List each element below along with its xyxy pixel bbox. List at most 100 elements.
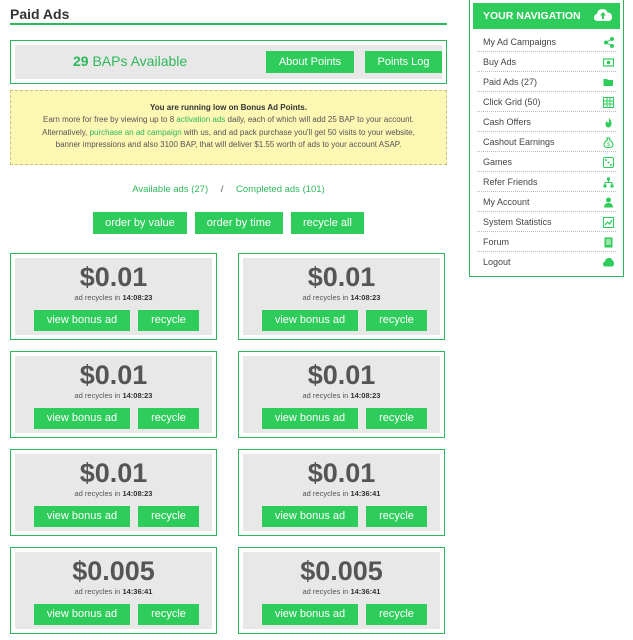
ad-card: $0.005 ad recycles in 14:36:41 view bonus … bbox=[10, 547, 217, 634]
view-bonus-ad-button[interactable]: view bonus ad bbox=[34, 408, 130, 429]
nav-item[interactable]: Games bbox=[477, 152, 616, 172]
nav-item[interactable]: Forum bbox=[477, 232, 616, 252]
nav-item[interactable]: Buy Ads bbox=[477, 52, 616, 72]
nav-item-label: Logout bbox=[483, 257, 511, 267]
view-bonus-ad-button[interactable]: view bonus ad bbox=[34, 310, 130, 331]
ad-price: $0.01 bbox=[307, 458, 376, 488]
ad-timer-value: 14:36:41 bbox=[350, 587, 381, 596]
view-bonus-ad-button[interactable]: view bonus ad bbox=[262, 506, 358, 527]
ad-timer-value: 14:36:41 bbox=[350, 489, 381, 498]
low-points-warning: You are running low on Bonus Ad Points. … bbox=[10, 90, 447, 165]
nav-title: YOUR NAVIGATION bbox=[483, 10, 581, 22]
recycle-all-button[interactable]: recycle all bbox=[291, 212, 364, 234]
ad-timer-value: 14:08:23 bbox=[350, 391, 381, 400]
svg-text:$: $ bbox=[607, 142, 610, 148]
order-by-time-button[interactable]: order by time bbox=[194, 212, 283, 234]
share-icon bbox=[604, 37, 614, 48]
chart-icon bbox=[603, 217, 614, 228]
recycle-button[interactable]: recycle bbox=[138, 506, 199, 527]
ad-card: $0.01 ad recycles in 14:08:23 view bonus a… bbox=[10, 449, 217, 536]
bap-available: 29 BAPs Available bbox=[73, 53, 187, 69]
points-log-button[interactable]: Points Log bbox=[365, 51, 442, 73]
view-bonus-ad-button[interactable]: view bonus ad bbox=[262, 408, 358, 429]
ad-recycle-timer: ad recycles in 14:08:23 bbox=[74, 293, 153, 302]
navigation-panel: YOUR NAVIGATION My Ad Campaigns Buy Ads Pa… bbox=[469, 0, 624, 277]
ad-recycle-timer: ad recycles in 14:36:41 bbox=[302, 587, 381, 596]
nav-item-label: Paid Ads (27) bbox=[483, 77, 538, 87]
grid-icon bbox=[603, 97, 614, 108]
nav-item[interactable]: Refer Friends bbox=[477, 172, 616, 192]
recycle-button[interactable]: recycle bbox=[138, 310, 199, 331]
nav-item[interactable]: My Ad Campaigns bbox=[477, 32, 616, 52]
nav-item-label: Click Grid (50) bbox=[483, 97, 541, 107]
ad-price: $0.01 bbox=[307, 360, 376, 390]
ad-recycle-timer: ad recycles in 14:36:41 bbox=[302, 489, 381, 498]
ad-recycle-timer: ad recycles in 14:08:23 bbox=[302, 293, 381, 302]
nav-item[interactable]: Click Grid (50) bbox=[477, 92, 616, 112]
money-bag-icon: $ bbox=[603, 137, 614, 148]
nav-item-label: Games bbox=[483, 157, 513, 167]
warning-heading: You are running low on Bonus Ad Points. bbox=[150, 103, 307, 112]
nav-item-label: My Ad Campaigns bbox=[483, 37, 557, 47]
recycle-button[interactable]: recycle bbox=[138, 408, 199, 429]
ad-price: $0.005 bbox=[300, 556, 383, 586]
recycle-button[interactable]: recycle bbox=[366, 310, 427, 331]
cloud-icon bbox=[603, 258, 614, 267]
ad-card: $0.005 ad recycles in 14:36:41 view bonus … bbox=[238, 547, 445, 634]
nav-item[interactable]: Logout bbox=[477, 252, 616, 272]
ad-card: $0.01 ad recycles in 14:08:23 view bonus a… bbox=[10, 253, 217, 340]
order-buttons: order by value order by time recycle all bbox=[10, 212, 447, 234]
ad-timer-value: 14:08:23 bbox=[122, 489, 153, 498]
cloud-upload-icon bbox=[594, 9, 612, 21]
view-bonus-ad-button[interactable]: view bonus ad bbox=[34, 604, 130, 625]
ad-card: $0.01 ad recycles in 14:36:41 view bonus a… bbox=[238, 449, 445, 536]
ad-card: $0.01 ad recycles in 14:08:23 view bonus a… bbox=[238, 351, 445, 438]
nav-item-label: My Account bbox=[483, 197, 530, 207]
ad-price: $0.01 bbox=[79, 262, 148, 292]
ad-filter-links: Available ads (27) / Completed ads (101) bbox=[10, 184, 447, 195]
purchase-campaign-link[interactable]: purchase an ad campaign bbox=[90, 128, 182, 137]
ad-recycle-timer: ad recycles in 14:08:23 bbox=[302, 391, 381, 400]
ad-timer-value: 14:36:41 bbox=[122, 587, 153, 596]
nav-item[interactable]: System Statistics bbox=[477, 212, 616, 232]
nav-list: My Ad Campaigns Buy Ads Paid Ads (27) Click… bbox=[473, 32, 620, 272]
available-ads-link[interactable]: Available ads (27) bbox=[132, 184, 208, 195]
recycle-button[interactable]: recycle bbox=[138, 604, 199, 625]
recycle-button[interactable]: recycle bbox=[366, 604, 427, 625]
ad-price: $0.005 bbox=[72, 556, 155, 586]
view-bonus-ad-button[interactable]: view bonus ad bbox=[262, 604, 358, 625]
ad-timer-value: 14:08:23 bbox=[122, 293, 153, 302]
view-bonus-ad-button[interactable]: view bonus ad bbox=[262, 310, 358, 331]
nav-item-label: Refer Friends bbox=[483, 177, 538, 187]
link-separator: / bbox=[220, 184, 224, 195]
main-content: Paid Ads 29 BAPs Available About Points … bbox=[10, 0, 447, 234]
completed-ads-link[interactable]: Completed ads (101) bbox=[236, 184, 325, 195]
recycle-button[interactable]: recycle bbox=[366, 408, 427, 429]
ad-recycle-timer: ad recycles in 14:08:23 bbox=[74, 489, 153, 498]
activation-ads-link[interactable]: activation ads bbox=[176, 115, 225, 124]
nav-item[interactable]: Paid Ads (27) bbox=[477, 72, 616, 92]
view-bonus-ad-button[interactable]: view bonus ad bbox=[34, 506, 130, 527]
ad-recycle-timer: ad recycles in 14:36:41 bbox=[74, 587, 153, 596]
nav-item[interactable]: My Account bbox=[477, 192, 616, 212]
ad-card: $0.01 ad recycles in 14:08:23 view bonus a… bbox=[238, 253, 445, 340]
sitemap-icon bbox=[603, 177, 614, 188]
order-by-value-button[interactable]: order by value bbox=[93, 212, 187, 234]
nav-item[interactable]: Cash Offers bbox=[477, 112, 616, 132]
book-icon bbox=[604, 237, 613, 248]
nav-item-label: Buy Ads bbox=[483, 57, 517, 67]
nav-header: YOUR NAVIGATION bbox=[473, 3, 620, 29]
money-icon bbox=[603, 58, 614, 67]
ad-price: $0.01 bbox=[307, 262, 376, 292]
bap-count: 29 bbox=[73, 53, 89, 69]
nav-item-label: Cashout Earnings bbox=[483, 137, 555, 147]
nav-item[interactable]: Cashout Earnings $ bbox=[477, 132, 616, 152]
fire-icon bbox=[605, 117, 612, 128]
page-title: Paid Ads bbox=[10, 6, 70, 22]
ad-timer-value: 14:08:23 bbox=[122, 391, 153, 400]
about-points-button[interactable]: About Points bbox=[266, 51, 354, 73]
recycle-button[interactable]: recycle bbox=[366, 506, 427, 527]
ad-timer-value: 14:08:23 bbox=[350, 293, 381, 302]
nav-item-label: Forum bbox=[483, 237, 510, 247]
title-divider bbox=[10, 23, 447, 25]
